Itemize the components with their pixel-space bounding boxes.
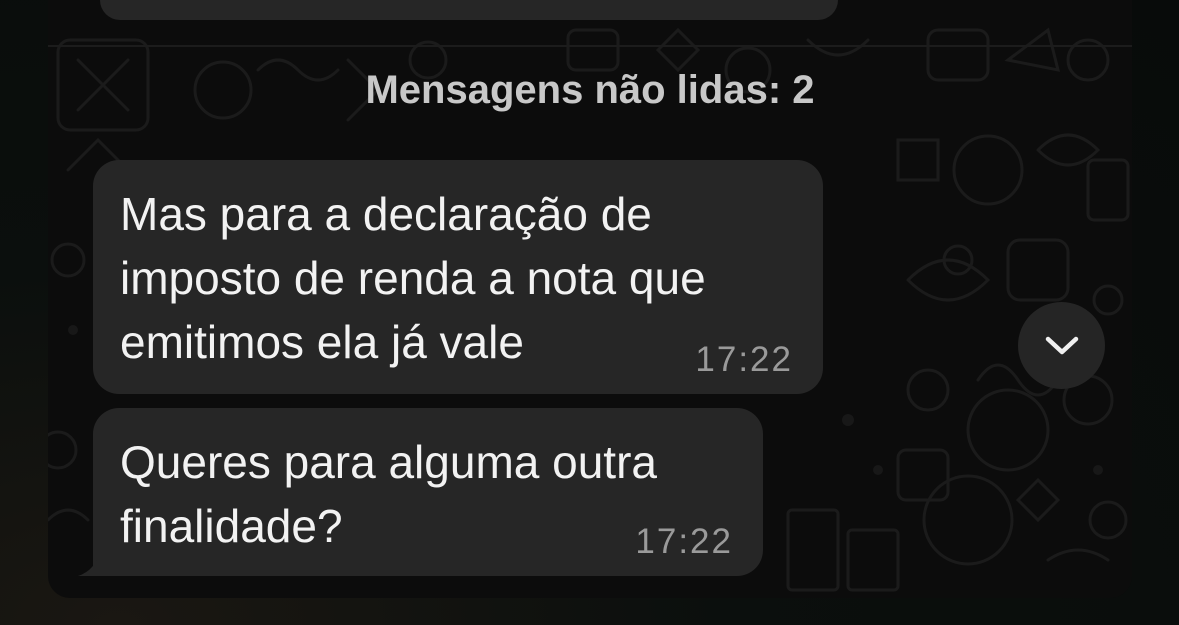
chat-screen: Mensagens não lidas: 2 Mas para a declar… [0,0,1179,625]
message-bubble[interactable]: Queres para alguma outra finalidade? 17:… [93,408,763,576]
chevron-down-icon [1045,336,1078,354]
header-divider [48,45,1132,47]
message-timestamp: 17:22 [635,522,733,561]
message-timestamp: 17:22 [695,340,793,379]
previous-message-bubble[interactable] [100,0,838,20]
message-text: Queres para alguma outra finalidade? [120,436,657,552]
unread-messages-divider: Mensagens não lidas: 2 [365,68,815,112]
scroll-to-bottom-button[interactable] [1018,302,1105,389]
message-bubble[interactable]: Mas para a declaração de imposto de rend… [93,160,823,394]
message-text: Mas para a declaração de imposto de rend… [120,188,706,368]
bubble-tail [78,550,108,576]
chat-panel[interactable]: Mensagens não lidas: 2 Mas para a declar… [48,0,1132,598]
